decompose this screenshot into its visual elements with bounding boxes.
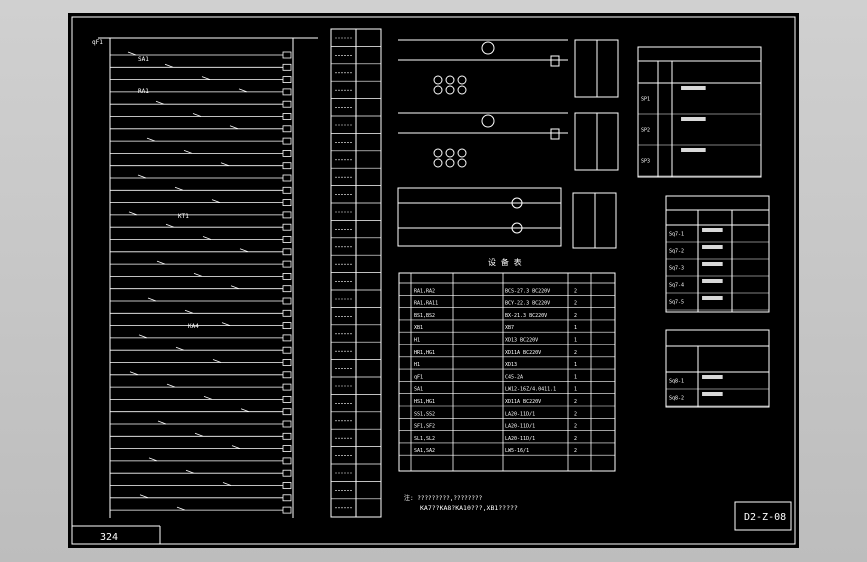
table-row-label: SP2 [641,128,650,134]
note-line-1: 注: ?????????,???????? [404,494,483,502]
equipment-spec: XD11A BC220V [505,350,541,356]
equipment-qty: 2 [574,436,577,442]
equipment-spec: BX-21.3 BC220V [505,313,547,319]
equipment-spec: C45-2A [505,374,523,380]
table-row-label: SP1 [641,97,650,103]
equipment-code: RA1,RA11 [414,301,438,307]
equipment-qty: 1 [574,338,577,344]
equipment-code: SL1,SL2 [414,436,435,442]
equipment-code: qF1 [414,374,423,380]
motor-circuits [398,39,568,168]
equipment-code: SA1,SA2 [414,448,435,454]
table-row-label: Sq8-1 [669,379,684,385]
drawing-sheet[interactable]: 324 D2-Z-08 qF1 SA1 RA1 KT1 KA4 设 备 表 RA… [68,13,799,548]
equipment-spec: BCY-22.3 BC220V [505,301,550,307]
equipment-code: HS1,HG1 [414,399,435,405]
equipment-spec: LA20-11D/1 [505,424,535,430]
switch-table-2-grid: Sq7-1 Sq7-2 Sq7-3 Sq7-4 Sq7-5 [666,228,769,311]
equipment-spec: LA20-11D/1 [505,436,535,442]
equipment-code: RA1,RA2 [414,288,435,294]
equipment-spec: XD13 [505,362,517,368]
equipment-table: 设 备 表 RA1,RA2 BCS-27.3 BC220V 2 RA1,RA11 BCY… [398,257,616,472]
equipment-qty: 2 [574,411,577,417]
schematic-drawing[interactable]: 324 D2-Z-08 qF1 SA1 RA1 KT1 KA4 设 备 表 RA… [68,13,799,548]
motor-legend-boxes [572,39,619,249]
table-row-label: Sq7-4 [669,283,684,289]
table-row-label: Sq7-3 [669,266,684,272]
note-line-2: KA7??KA8?KA10???,XB1????? [420,504,518,512]
equipment-code: BS1,BS2 [414,313,435,319]
equipment-code: SF1,SF2 [414,424,435,430]
drawing-frame [71,16,796,545]
cad-viewer-background: 324 D2-Z-08 qF1 SA1 RA1 KT1 KA4 设 备 表 RA… [0,0,867,562]
equipment-spec: LW12-16Z/4.0411.1 [505,387,556,393]
lighting-circuit [397,187,562,247]
equipment-spec: XD13 BC220V [505,338,538,344]
equipment-qty: 2 [574,313,577,319]
equipment-spec: LW5-16/1 [505,448,529,454]
equipment-code: H1 [414,338,420,344]
equipment-qty: 1 [574,374,577,380]
equipment-qty: 1 [574,387,577,393]
equipment-qty: 2 [574,448,577,454]
table-row-label: Sq8-2 [669,396,684,402]
equipment-qty: 2 [574,288,577,294]
switch-table-1 [637,46,762,178]
equipment-table-rows: RA1,RA2 BCS-27.3 BC220V 2 RA1,RA11 BCY-22.3 … [399,273,615,471]
equipment-code: HR1,HG1 [414,350,435,356]
equipment-qty: 2 [574,399,577,405]
equipment-spec: XB7 [505,325,514,331]
label-sa1: SA1 [138,56,149,63]
equipment-spec: XD11A BC220V [505,399,541,405]
label-kt1: KT1 [178,213,189,220]
equipment-qty: 1 [574,325,577,331]
table-row-label: Sq7-5 [669,300,684,306]
equipment-qty: 2 [574,424,577,430]
table-row-label: Sq7-1 [669,232,684,238]
page-number: 324 [100,532,118,543]
label-ka4: KA4 [188,323,199,330]
equipment-qty: 2 [574,350,577,356]
equipment-qty: 2 [574,301,577,307]
equipment-code: H1 [414,362,420,368]
control-circuit-rungs [110,51,292,514]
equipment-spec: BCS-27.3 BC220V [505,288,550,294]
equipment-qty: 1 [574,362,577,368]
equipment-code: SS1,SS2 [414,411,435,417]
drawing-number: D2-Z-08 [744,512,786,523]
equipment-code: SA1 [414,387,423,393]
equipment-spec: LA20-11D/1 [505,411,535,417]
table-row-label: Sq7-2 [669,249,684,255]
equipment-code: XB1 [414,325,423,331]
label-qf1: qF1 [92,39,103,46]
table-row-label: SP3 [641,159,650,165]
switch-table-1-grid: SP1 SP2 SP3 [638,86,761,177]
equipment-table-title: 设 备 表 [488,257,522,267]
switch-table-3-grid: Sq8-1 Sq8-2 [666,375,769,407]
description-column [330,28,382,518]
